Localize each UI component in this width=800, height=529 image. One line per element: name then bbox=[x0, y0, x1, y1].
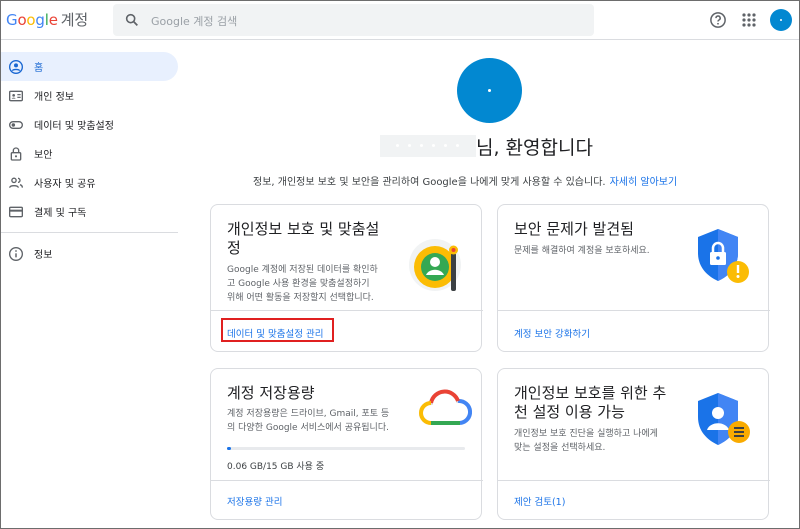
storage-card: 계정 저장용량 계정 저장용량은 드라이브, Gmail, 포토 등 의 다양한… bbox=[210, 368, 483, 520]
card-title-line: 개인정보 보호 및 맞춤설 bbox=[227, 220, 380, 238]
sidebar-item-label: 데이터 및 맞춤설정 bbox=[34, 121, 114, 132]
card-title: 계정 저장용량 bbox=[227, 384, 315, 402]
search-placeholder: Google 계정 검색 bbox=[151, 15, 238, 28]
card-divider bbox=[498, 310, 770, 311]
card-title-line: 정 bbox=[227, 239, 241, 257]
google-account-logo[interactable]: Google 계정 bbox=[6, 9, 88, 30]
welcome-text: 님, 환영합니다 bbox=[476, 136, 593, 159]
card-desc-line: 고 Google 사용 환경을 맞춤설정하기 bbox=[227, 279, 370, 289]
sidebar-item-label: 정보 bbox=[34, 250, 53, 261]
sidebar-item-data-privacy[interactable]: 데이터 및 맞춤설정 bbox=[0, 110, 196, 139]
top-bar: Google 계정 Google 계정 검색 bbox=[0, 0, 800, 40]
people-icon bbox=[9, 177, 23, 188]
sidebar: 홈 개인 정보 데이터 및 맞춤설정 보안 사용자 및 공유 결제 및 구독 정… bbox=[0, 52, 196, 268]
secure-account-link[interactable]: 계정 보안 강화하기 bbox=[514, 326, 590, 340]
search-input[interactable]: Google 계정 검색 bbox=[113, 4, 594, 36]
manage-storage-link[interactable]: 저장용량 관리 bbox=[227, 494, 282, 508]
id-card-icon bbox=[9, 90, 23, 101]
logo-letter: e bbox=[48, 11, 58, 29]
card-divider bbox=[498, 480, 770, 481]
card-title: 개인정보 보호 및 맞춤설 정 bbox=[227, 220, 379, 258]
intro-text: 정보, 개인정보 보호 및 보안을 관리하여 Google을 나에게 맞게 사용… bbox=[253, 173, 677, 188]
card-title: 개인정보 보호를 위한 추 천 설정 이용 가능 bbox=[514, 384, 666, 422]
apps-icon[interactable] bbox=[741, 12, 757, 28]
credit-card-icon bbox=[9, 206, 23, 217]
storage-progress-fill bbox=[227, 447, 231, 450]
card-title-line: 천 설정 이용 가능 bbox=[514, 403, 625, 421]
sidebar-item-label: 홈 bbox=[34, 63, 44, 74]
cloud-storage-icon bbox=[419, 389, 473, 425]
sidebar-item-label: 결제 및 구독 bbox=[34, 208, 87, 219]
avatar[interactable] bbox=[770, 9, 792, 31]
sidebar-item-label: 사용자 및 공유 bbox=[34, 179, 96, 190]
card-desc-line: 계정 저장용량은 드라이브, Gmail, 포토 등 bbox=[227, 409, 390, 419]
search-icon bbox=[125, 13, 138, 26]
card-description: 문제를 해결하여 계정을 보호하세요. bbox=[514, 246, 650, 256]
card-desc-line: 맞는 설정을 선택하세요. bbox=[514, 443, 606, 453]
learn-more-link[interactable]: 자세히 알아보기 bbox=[610, 177, 678, 188]
card-desc-line: 의 다양한 Google 서비스에서 공유됩니다. bbox=[227, 423, 389, 433]
sidebar-item-about[interactable]: 정보 bbox=[0, 239, 196, 268]
card-desc-line: 개인정보 보호 진단을 실행하고 나에게 bbox=[514, 429, 658, 439]
card-title-line: 개인정보 보호를 위한 추 bbox=[514, 384, 667, 402]
masked-username bbox=[380, 135, 476, 157]
card-desc-line: 위해 어떤 활동을 저장할지 선택합니다. bbox=[227, 293, 374, 303]
highlight-box bbox=[221, 318, 334, 342]
welcome-heading: 님, 환영합니다 bbox=[380, 133, 593, 159]
sidebar-item-personal-info[interactable]: 개인 정보 bbox=[0, 81, 196, 110]
storage-progress-bar bbox=[227, 447, 465, 450]
logo-suffix: 계정 bbox=[60, 11, 88, 29]
card-description: 계정 저장용량은 드라이브, Gmail, 포토 등 의 다양한 Google … bbox=[227, 407, 389, 435]
logo-letter: G bbox=[6, 11, 18, 29]
sidebar-divider bbox=[0, 232, 178, 233]
storage-usage: 0.06 GB/15 GB 사용 중 bbox=[227, 462, 325, 472]
lock-icon bbox=[10, 146, 22, 161]
help-icon[interactable] bbox=[709, 11, 727, 29]
card-divider bbox=[211, 480, 483, 481]
sidebar-item-home[interactable]: 홈 bbox=[0, 52, 178, 81]
sidebar-item-security[interactable]: 보안 bbox=[0, 139, 196, 168]
card-title: 보안 문제가 발견됨 bbox=[514, 220, 634, 238]
intro-description: 정보, 개인정보 보호 및 보안을 관리하여 Google을 나에게 맞게 사용… bbox=[253, 177, 606, 188]
card-desc-line: Google 계정에 저장된 데이터를 확인하 bbox=[227, 265, 378, 275]
shield-warning-icon bbox=[698, 229, 749, 283]
card-divider bbox=[211, 310, 483, 311]
security-card: 보안 문제가 발견됨 문제를 해결하여 계정을 보호하세요. 계정 보안 강화하… bbox=[497, 204, 770, 352]
sidebar-item-label: 보안 bbox=[34, 150, 53, 161]
logo-letter: g bbox=[35, 11, 45, 29]
review-suggestions-link[interactable]: 제안 검토(1) bbox=[514, 494, 565, 508]
privacy-shield-icon bbox=[698, 393, 750, 445]
card-description: Google 계정에 저장된 데이터를 확인하 고 Google 사용 환경을 … bbox=[227, 263, 378, 305]
sidebar-item-people-sharing[interactable]: 사용자 및 공유 bbox=[0, 168, 196, 197]
sidebar-item-label: 개인 정보 bbox=[34, 92, 74, 103]
toggle-icon bbox=[9, 120, 23, 129]
info-icon bbox=[9, 246, 23, 261]
card-description: 개인정보 보호 진단을 실행하고 나에게 맞는 설정을 선택하세요. bbox=[514, 427, 658, 455]
sidebar-item-payments[interactable]: 결제 및 구독 bbox=[0, 197, 196, 226]
home-icon bbox=[9, 59, 23, 74]
profile-avatar[interactable] bbox=[457, 58, 522, 123]
privacy-checkup-card: 개인정보 보호를 위한 추 천 설정 이용 가능 개인정보 보호 진단을 실행하… bbox=[497, 368, 770, 520]
privacy-illustration bbox=[409, 239, 461, 291]
